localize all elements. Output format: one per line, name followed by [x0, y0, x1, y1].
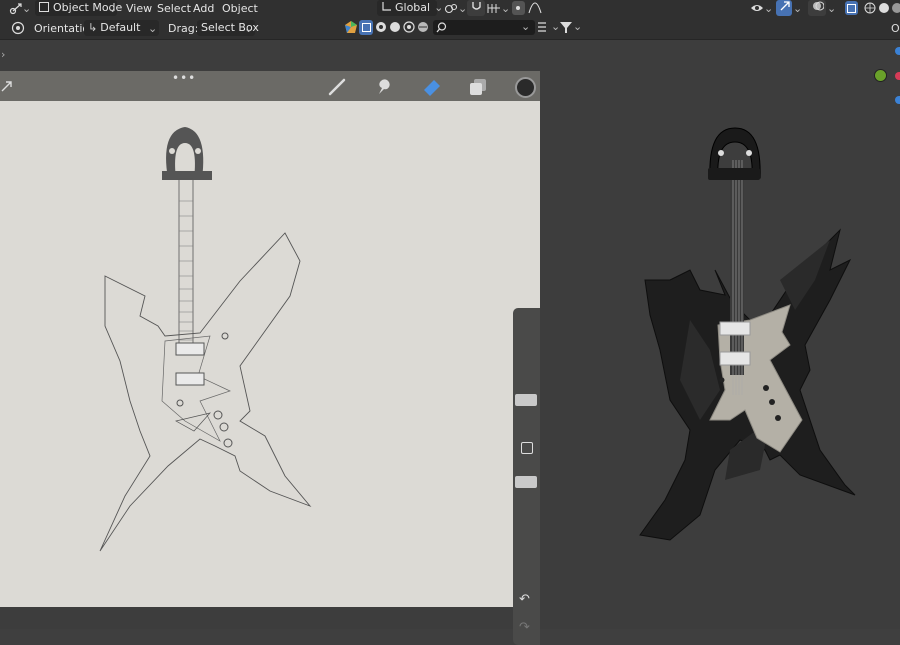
collection-color-icon[interactable] [345, 21, 357, 33]
opacity-handle[interactable] [515, 476, 537, 488]
panel-drag-handle[interactable]: ••• [172, 71, 196, 85]
transform-orientation-select[interactable]: Global ⌄ [377, 0, 443, 16]
menu-add[interactable]: Add [193, 1, 214, 16]
overlays-icon [813, 1, 825, 11]
sort-chevron-icon[interactable]: ⌄ [551, 19, 560, 34]
select-tool-icon[interactable] [11, 21, 25, 35]
pivot-chevron-icon[interactable]: ⌄ [458, 1, 467, 16]
pivot-point-icon[interactable] [444, 2, 458, 15]
sphere-icon-3[interactable] [403, 21, 415, 33]
brush-icon[interactable] [328, 78, 348, 96]
filter-icon[interactable] [560, 21, 572, 34]
gizmo-neg-axis-dot[interactable] [895, 96, 900, 104]
menu-view[interactable]: View [126, 1, 152, 16]
gizmo-toggle[interactable] [776, 0, 792, 16]
gizmo-z-axis-dot[interactable] [895, 47, 900, 55]
color-icon[interactable] [515, 77, 536, 98]
search-chevron-icon[interactable]: ⌄ [521, 19, 530, 34]
snap-toggle[interactable] [467, 0, 485, 16]
guitar-3d-model[interactable] [630, 120, 870, 560]
eyedropper-square-icon[interactable] [521, 442, 533, 454]
view-object-types-icon[interactable] [750, 2, 764, 14]
gizmo-x-axis-dot[interactable] [895, 72, 900, 80]
reference-image-panel: ••• ↶ ↷ [0, 71, 540, 645]
orientation-gizmo-icon: ↳ [88, 21, 98, 34]
options-label-cut[interactable]: Op [891, 21, 900, 36]
sphere-icon-4[interactable] [417, 21, 429, 33]
smudge-icon[interactable] [374, 76, 394, 96]
material-shading-icon[interactable] [891, 2, 900, 14]
orientation-chevron-icon: ⌄ [148, 22, 158, 35]
sphere-icon-2[interactable] [389, 21, 401, 33]
brush-size-opacity-slider[interactable]: ↶ ↷ [513, 308, 540, 645]
gizmo-chevron-icon[interactable]: ⌄ [793, 1, 802, 16]
gallery-arrow-icon[interactable] [0, 79, 14, 93]
drag-label: Drag: [168, 22, 199, 35]
gizmo-arrow-icon [780, 1, 790, 11]
visibility-chevron-icon[interactable]: ⌄ [764, 1, 773, 16]
list-sort-icon[interactable] [537, 21, 551, 34]
overlays-chevron-icon[interactable]: ⌄ [827, 1, 836, 16]
viewport-header: ⌄ Object Mode ⌄ View Select Add Object G… [0, 0, 900, 17]
snap-increment-icon[interactable] [487, 3, 501, 14]
chevron-down-icon[interactable]: ⌄ [22, 1, 31, 16]
gizmo-y-axis-dot[interactable] [874, 69, 887, 82]
xray-icon [847, 4, 856, 13]
wireframe-shading-icon[interactable] [864, 2, 876, 14]
proportional-edit-toggle[interactable] [512, 1, 525, 15]
proportional-dot-icon [516, 6, 520, 10]
overlays-toggle[interactable] [808, 0, 826, 16]
brush-size-handle[interactable] [515, 394, 537, 406]
drawing-canvas[interactable] [0, 101, 540, 607]
orientation-axis-icon [382, 2, 391, 11]
square-select-icon [362, 23, 371, 32]
drag-chevron-icon: ⌄ [244, 22, 254, 35]
layers-icon[interactable] [468, 77, 488, 97]
magnet-icon [472, 2, 481, 10]
mode-chevron-icon: ⌄ [108, 2, 118, 15]
xray-toggle[interactable] [845, 1, 858, 15]
redo-icon[interactable]: ↷ [519, 620, 530, 635]
object-mode-icon [39, 2, 49, 12]
guitar-sketch-drawing [99, 127, 312, 552]
solid-shading-icon[interactable] [878, 2, 890, 14]
menu-select[interactable]: Select [157, 1, 191, 16]
procreate-toolbar: ••• [0, 71, 540, 101]
menu-object[interactable]: Object [222, 1, 258, 16]
shading-toggle-1[interactable] [359, 20, 373, 35]
snap-chevron-icon[interactable]: ⌄ [501, 1, 510, 16]
sidebar-expand-icon[interactable]: › [1, 47, 5, 62]
editor-type-icon[interactable] [9, 2, 23, 15]
undo-icon[interactable]: ↶ [519, 592, 530, 607]
falloff-curve-icon[interactable] [528, 2, 542, 14]
search-icon [436, 22, 447, 33]
eraser-icon[interactable] [422, 78, 442, 96]
sphere-icon-1[interactable] [375, 21, 387, 33]
filter-chevron-icon[interactable]: ⌄ [573, 19, 582, 34]
search-field[interactable] [433, 20, 535, 35]
mode-select[interactable]: Object Mode [35, 0, 122, 16]
